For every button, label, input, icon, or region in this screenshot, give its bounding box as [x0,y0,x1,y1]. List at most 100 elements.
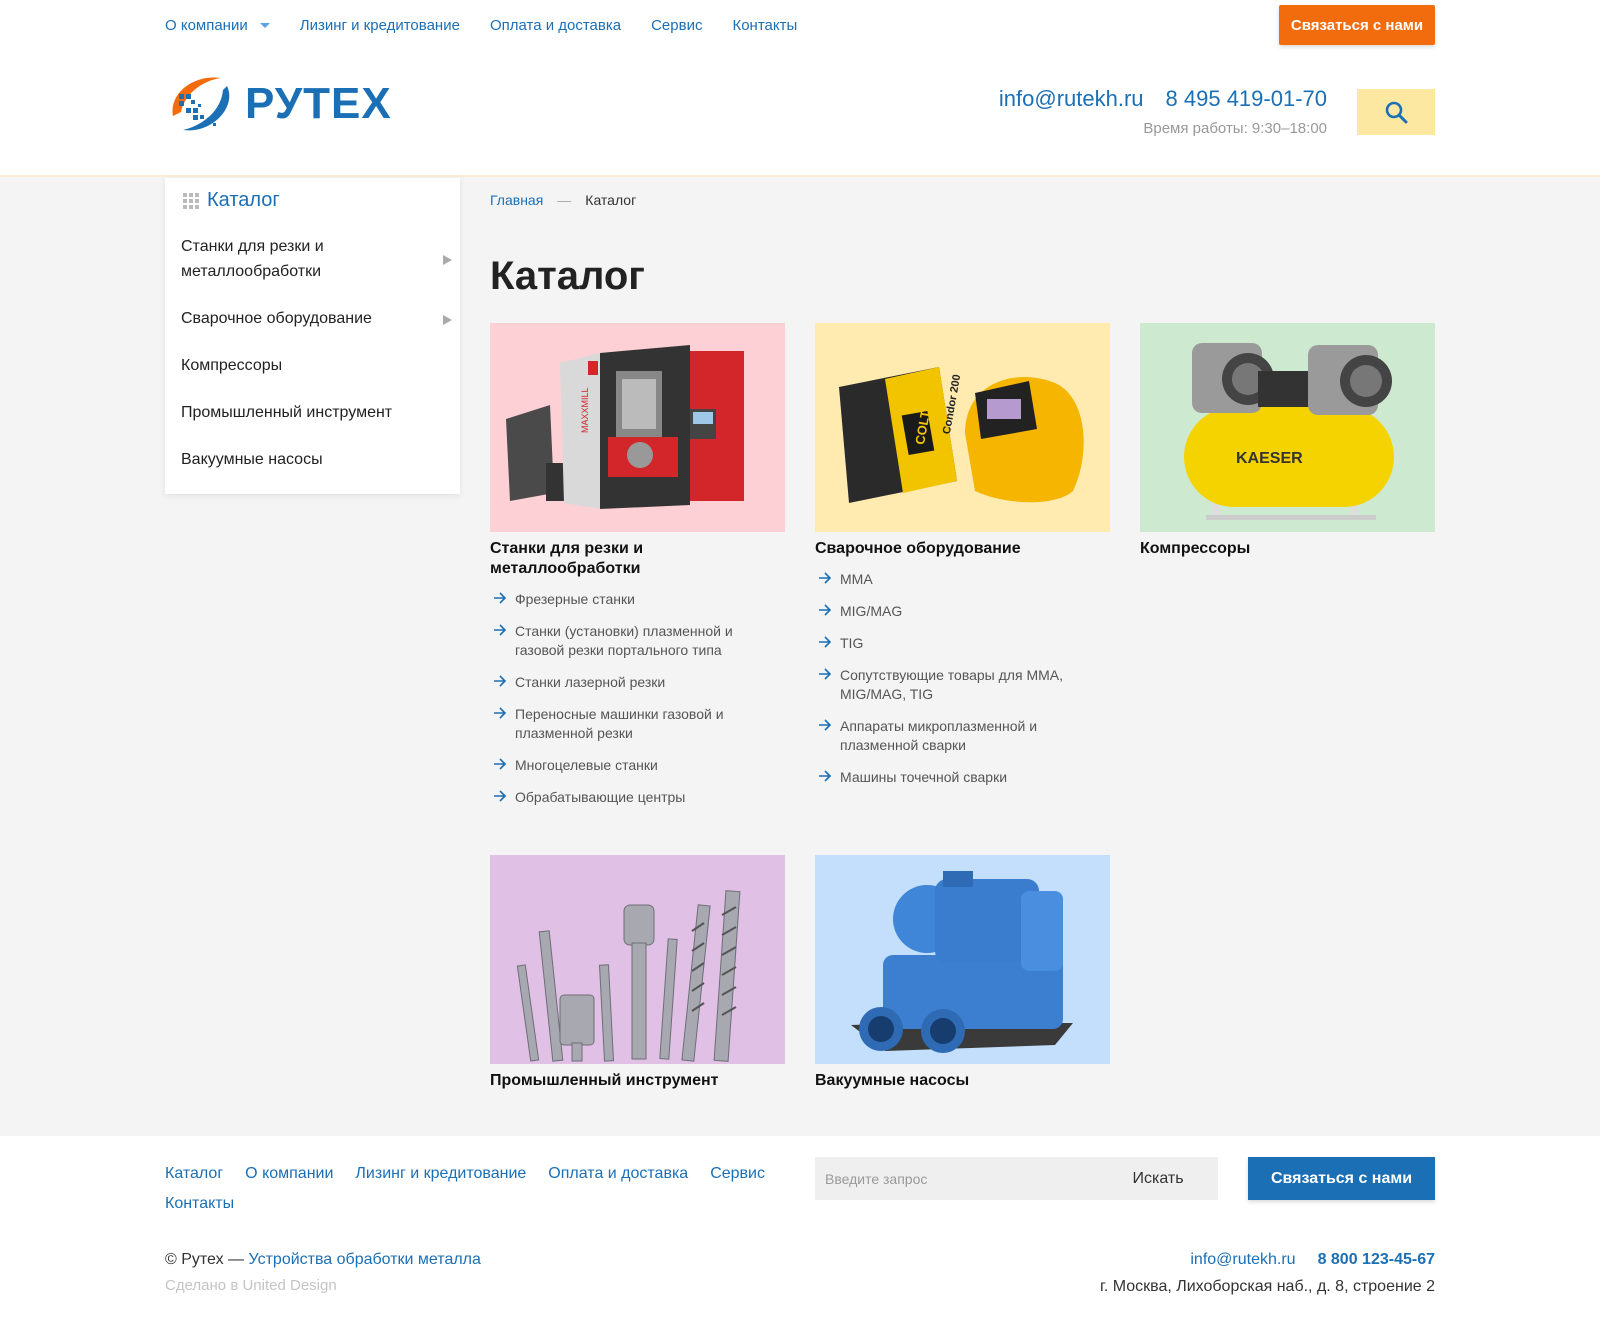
breadcrumb-current: Каталог [585,192,637,208]
sidebar-item-label: Вакуумные насосы [181,451,323,468]
subcategory-link[interactable]: Аппараты микроплазменной и плазменной св… [815,717,1110,755]
footer-address: г. Москва, Лихоборская наб., д. 8, строе… [1099,1278,1435,1295]
top-navigation: О компании Лизинг и кредитование Оплата … [165,16,797,34]
arrow-right-icon [494,592,507,604]
sidebar-item-vacuum[interactable]: Вакуумные насосы [165,437,460,484]
sidebar-item-label: Промышленный инструмент [181,404,393,421]
subcategory-label: Станки лазерной резки [515,674,666,690]
copyright-prefix: © Рутех — [165,1251,249,1268]
sidebar-item-welding[interactable]: Сварочное оборудование [165,296,460,343]
subcategory-label: Фрезерные станки [515,591,635,607]
category-card-compressors: KAESER Компрессоры [1140,323,1435,559]
breadcrumb-separator: — [557,192,572,208]
subcategory-link[interactable]: MIG/MAG [815,602,1110,621]
sidebar-item-cutting[interactable]: Станки для резки и металлообработки [165,224,460,296]
contact-us-button-footer[interactable]: Связаться с нами [1248,1157,1435,1200]
subcategory-link[interactable]: Фрезерные станки [490,590,785,609]
category-title[interactable]: Промышленный инструмент [490,1071,785,1091]
category-title[interactable]: Станки для резки и металлообработки [490,539,785,579]
subcategory-label: Станки (установки) плазменной и газовой … [515,623,733,658]
compressor-brand-text: KAESER [1236,450,1303,467]
header-email-link[interactable]: info@rutekh.ru [999,86,1144,112]
catalog-sidebar: Каталог Станки для резки и металлообрабо… [165,178,460,494]
grid-icon [183,192,199,209]
subcategory-label: MIG/MAG [840,603,903,619]
footer-navigation: Каталог О компании Лизинг и кредитование… [165,1165,795,1213]
working-hours: Время работы: 9:30–18:00 [1143,120,1327,137]
category-image-tools[interactable] [490,855,785,1064]
subcategory-label: Машины точечной сварки [840,769,1008,785]
header-phone-link[interactable]: 8 495 419-01-70 [1166,86,1327,112]
subcategory-label: TIG [840,635,864,651]
arrow-right-icon [819,719,832,731]
arrow-right-icon [819,636,832,648]
breadcrumb: Главная — Каталог [490,192,636,208]
category-image-vacuum[interactable] [815,855,1110,1064]
footer-nav-about[interactable]: О компании [245,1165,333,1183]
sidebar-item-compressors[interactable]: Компрессоры [165,343,460,390]
subcategory-label: Сопутствующие товары для MMA, MIG/MAG, T… [840,667,1063,702]
copyright: © Рутех — Устройства обработки металла [165,1251,481,1269]
footer-nav-service[interactable]: Сервис [710,1165,765,1183]
caret-down-icon [259,22,270,28]
category-card-cutting: MAXXMILL Станки для резки и металлообраб… [490,323,785,820]
arrow-right-icon [819,604,832,616]
arrow-right-icon [819,668,832,680]
sidebar-item-tools[interactable]: Промышленный инструмент [165,390,460,437]
sidebar-item-label: Компрессоры [181,357,283,374]
topnav-item-leasing[interactable]: Лизинг и кредитование [300,16,460,34]
subcategory-link[interactable]: Сопутствующие товары для MMA, MIG/MAG, T… [815,666,1110,704]
footer-nav-catalog[interactable]: Каталог [165,1165,223,1183]
logo[interactable]: РУТЕХ [165,72,392,136]
topnav-item-service[interactable]: Сервис [651,16,702,34]
logo-mark-icon [165,72,237,136]
sidebar-header: Каталог [165,178,460,224]
arrow-right-icon [819,572,832,584]
category-card-tools: Промышленный инструмент [490,855,785,1091]
subcategory-link[interactable]: Обрабатывающие центры [490,788,785,807]
category-title[interactable]: Вакуумные насосы [815,1071,1110,1091]
footer-nav-contacts[interactable]: Контакты [165,1195,234,1213]
category-image-compressors[interactable]: KAESER [1140,323,1435,532]
subcategory-link[interactable]: Станки лазерной резки [490,673,785,692]
search-button[interactable] [1357,89,1435,135]
arrow-right-icon [494,758,507,770]
footer-nav-leasing[interactable]: Лизинг и кредитование [355,1165,526,1183]
chevron-right-icon [443,255,452,265]
topnav-item-payment[interactable]: Оплата и доставка [490,16,621,34]
category-image-welding[interactable]: COLT Condor 200 [815,323,1110,532]
subcategory-link[interactable]: Многоцелевые станки [490,756,785,775]
subcategory-label: Переносные машинки газовой и плазменной … [515,706,724,741]
category-title[interactable]: Сварочное оборудование [815,539,1110,559]
footer-search: Искать [815,1157,1218,1200]
category-image-cutting[interactable]: MAXXMILL [490,323,785,532]
topnav-item-about[interactable]: О компании [165,16,270,34]
copyright-link[interactable]: Устройства обработки металла [249,1251,481,1268]
sidebar-title: Каталог [207,189,280,211]
subcategory-link[interactable]: Станки (установки) плазменной и газовой … [490,622,785,660]
footer-search-button[interactable]: Искать [1098,1157,1218,1200]
topnav-item-contacts[interactable]: Контакты [732,16,797,34]
category-title[interactable]: Компрессоры [1140,539,1435,559]
subcategory-label: MMA [840,571,873,587]
arrow-right-icon [819,770,832,782]
footer-phone-link[interactable]: 8 800 123-45-67 [1318,1251,1435,1269]
sidebar-item-label: Сварочное оборудование [181,310,372,327]
contact-us-button-top[interactable]: Связаться с нами [1279,5,1435,45]
subcategory-link[interactable]: Переносные машинки газовой и плазменной … [490,705,785,743]
subcategory-label: Обрабатывающие центры [515,789,686,805]
footer-email-link[interactable]: info@rutekh.ru [1190,1251,1295,1269]
subcategory-label: Аппараты микроплазменной и плазменной св… [840,718,1038,753]
footer-search-input[interactable] [815,1157,1098,1200]
breadcrumb-home-link[interactable]: Главная [490,192,543,208]
logo-text: РУТЕХ [245,79,392,128]
subcategory-link[interactable]: TIG [815,634,1110,653]
page-title: Каталог [490,254,645,298]
machine-brand-text: MAXXMILL [580,387,590,433]
footer-contacts: info@rutekh.ru 8 800 123-45-67 г. Москва… [1100,1251,1435,1296]
subcategory-link[interactable]: MMA [815,570,1110,589]
subcategory-link[interactable]: Машины точечной сварки [815,768,1110,787]
subcategory-label: Многоцелевые станки [515,757,658,773]
footer-nav-payment[interactable]: Оплата и доставка [548,1165,688,1183]
chevron-right-icon [443,314,452,325]
